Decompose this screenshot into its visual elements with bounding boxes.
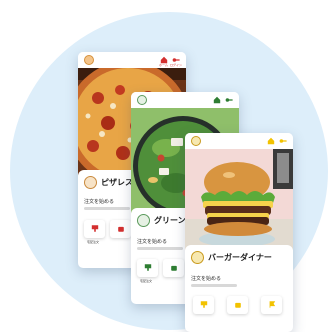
pizza-logo xyxy=(84,55,94,65)
order-subtext xyxy=(191,284,237,287)
delivery-label: 宅配注文 xyxy=(87,240,100,244)
delivery-icon xyxy=(144,264,152,271)
delivery-icon xyxy=(200,301,208,308)
order-tile-3[interactable] xyxy=(261,296,282,314)
brand-name: バーガーダイナー xyxy=(208,253,272,262)
delivery-tile[interactable] xyxy=(193,296,214,314)
bag-icon xyxy=(118,226,124,232)
burger-logo xyxy=(191,136,201,146)
burger-app-card: バーガーダイナー 注文を始める xyxy=(185,133,293,332)
burger-photo xyxy=(185,149,293,253)
order-tile-2[interactable] xyxy=(110,220,131,238)
delivery-icon xyxy=(91,225,99,232)
order-tile-2[interactable] xyxy=(163,259,184,277)
order-tile-2[interactable] xyxy=(227,296,248,314)
pizza-top-bar: ホーム ログイン xyxy=(78,52,186,68)
start-order-heading: 注文を始める xyxy=(191,276,222,282)
salad-logo xyxy=(137,95,147,105)
salad-top-bar xyxy=(131,92,239,108)
burger-top-bar xyxy=(185,133,293,149)
salad-brand-logo xyxy=(137,214,150,227)
delivery-label: 宅配注文 xyxy=(140,279,153,283)
delivery-tile[interactable] xyxy=(84,220,105,238)
login-label: ログイン xyxy=(170,63,183,67)
bag-icon xyxy=(171,265,177,271)
key-icon[interactable] xyxy=(225,96,233,104)
home-label: ホーム xyxy=(159,63,168,67)
flag-icon xyxy=(269,301,276,308)
pizza-brand-logo xyxy=(84,176,97,189)
home-icon[interactable] xyxy=(267,137,275,145)
order-subtext xyxy=(137,247,183,250)
start-order-heading: 注文を始める xyxy=(137,239,168,245)
bag-icon xyxy=(235,302,241,308)
order-subtext xyxy=(84,207,130,210)
home-icon[interactable] xyxy=(213,96,221,104)
start-order-heading: 注文を始める xyxy=(84,199,115,205)
burger-brand-row: バーガーダイナー xyxy=(185,245,293,271)
delivery-tile[interactable] xyxy=(137,259,158,277)
burger-brand-logo xyxy=(191,251,204,264)
key-icon[interactable] xyxy=(279,137,287,145)
